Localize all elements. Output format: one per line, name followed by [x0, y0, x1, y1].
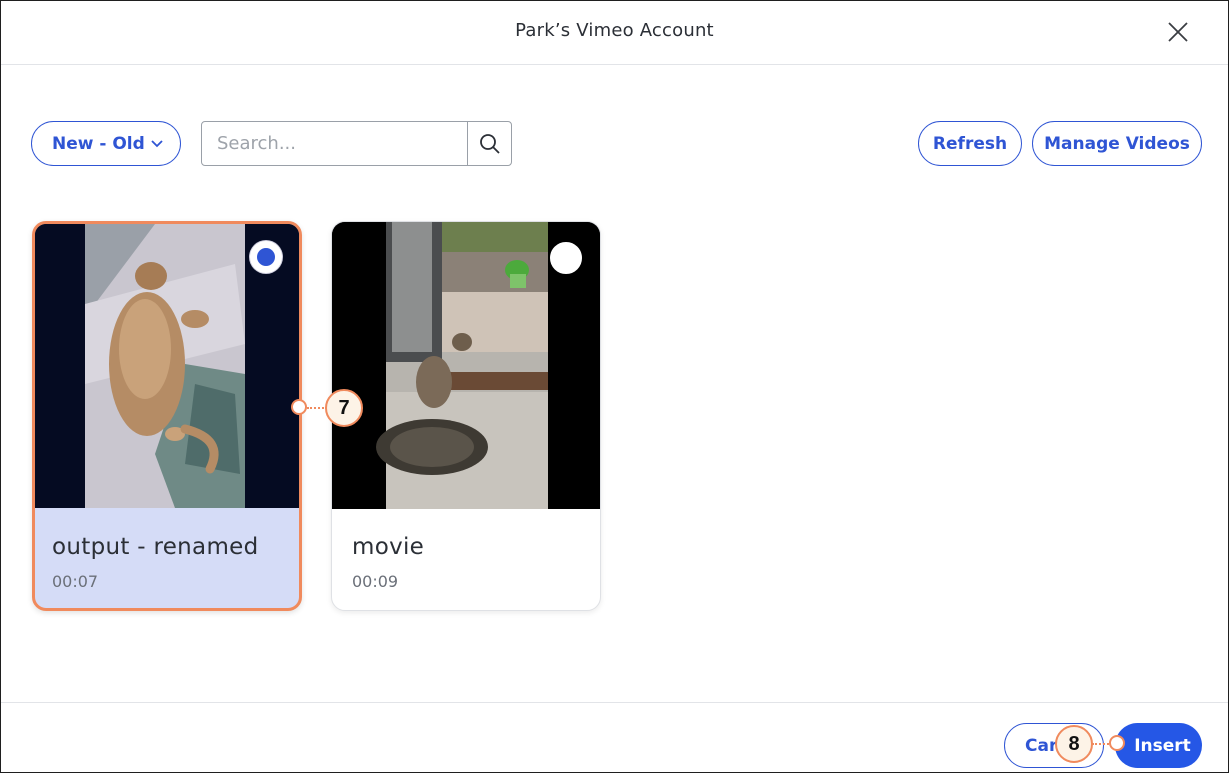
dialog-title: Park’s Vimeo Account [515, 20, 714, 41]
search-box [201, 121, 512, 166]
insert-button[interactable]: Insert [1115, 723, 1202, 768]
sort-dropdown[interactable]: New - Old [31, 121, 181, 166]
manage-videos-button[interactable]: Manage Videos [1032, 121, 1202, 166]
close-button[interactable] [1166, 20, 1190, 44]
callout-anchor [291, 399, 307, 415]
select-radio[interactable] [550, 242, 582, 274]
select-radio-selected[interactable] [250, 241, 282, 273]
video-card-output-renamed[interactable]: output - renamed 00:07 [32, 221, 302, 611]
callout-badge-7: 7 [325, 389, 363, 427]
chevron-down-icon [151, 140, 163, 148]
search-button[interactable] [467, 122, 511, 165]
search-input[interactable] [202, 122, 468, 165]
callout-connector [307, 407, 327, 409]
video-title: movie [352, 534, 425, 560]
callout-connector [1092, 743, 1109, 745]
video-title: output - renamed [52, 534, 259, 560]
video-card-movie[interactable]: movie 00:09 [331, 221, 601, 611]
toolbar: New - Old Refresh Manage Videos [1, 121, 1228, 167]
sort-dropdown-label: New - Old [52, 133, 145, 154]
refresh-button[interactable]: Refresh [918, 121, 1022, 166]
video-duration: 00:07 [52, 572, 99, 591]
video-thumbnail [332, 222, 600, 509]
dialog-header: Park’s Vimeo Account [1, 1, 1228, 65]
video-duration: 00:09 [352, 572, 399, 591]
close-icon [1168, 22, 1188, 42]
vimeo-dialog: Park’s Vimeo Account New - Old Refr [0, 0, 1229, 773]
search-icon [479, 133, 500, 154]
dialog-footer: Car Insert [1, 702, 1228, 772]
video-thumbnail [35, 224, 299, 508]
callout-badge-8: 8 [1055, 725, 1093, 763]
callout-anchor [1109, 735, 1125, 751]
